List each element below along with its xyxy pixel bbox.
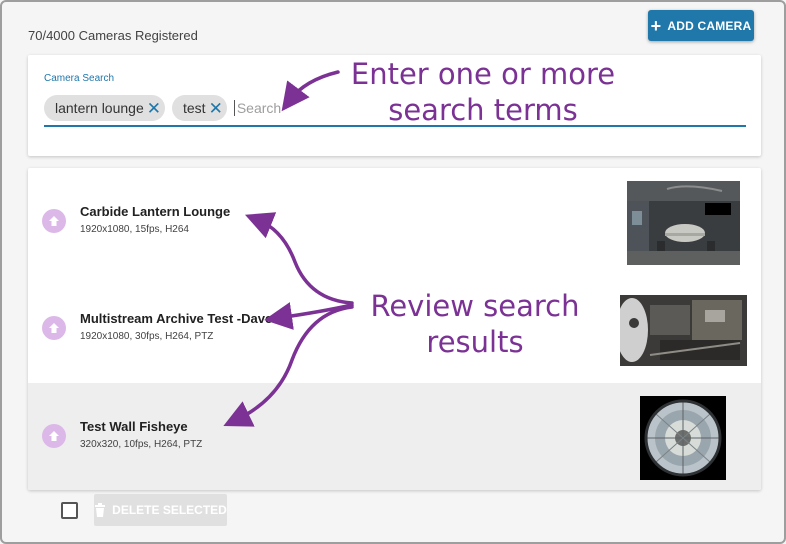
camera-search-label: Camera Search [44, 73, 115, 84]
camera-thumbnail[interactable] [640, 396, 726, 480]
annotation-line: Review search [370, 289, 580, 323]
annotation-line: results [426, 325, 524, 359]
delete-selected-label: DELETE SELECTED [112, 503, 227, 517]
select-all-checkbox[interactable] [61, 502, 78, 519]
annotation-line: search terms [388, 93, 578, 127]
plus-icon: + [650, 15, 662, 36]
camera-details: 320x320, 10fps, H264, PTZ [80, 439, 203, 450]
delete-selected-button[interactable]: DELETE SELECTED [94, 494, 227, 526]
camera-thumbnail[interactable] [627, 181, 740, 265]
trash-icon [95, 503, 106, 517]
camera-details: 1920x1080, 15fps, H264 [80, 224, 189, 235]
close-icon[interactable]: ✕ [147, 100, 161, 117]
add-camera-label: ADD CAMERA [667, 18, 752, 33]
arrow-up-icon[interactable] [42, 424, 66, 448]
camera-count: 70/4000 Cameras Registered [28, 28, 198, 43]
arrow-up-icon[interactable] [42, 209, 66, 233]
close-icon[interactable]: ✕ [209, 100, 223, 117]
search-chip: lantern lounge ✕ [44, 95, 165, 121]
add-camera-button[interactable]: + ADD CAMERA [648, 10, 754, 41]
camera-name: Test Wall Fisheye [80, 419, 188, 434]
search-chip-text: lantern lounge [55, 100, 144, 116]
camera-row[interactable]: Carbide Lantern Lounge 1920x1080, 15fps,… [28, 168, 761, 275]
annotation-search-terms: Enter one or more search terms [330, 56, 636, 128]
camera-details: 1920x1080, 30fps, H264, PTZ [80, 331, 214, 342]
search-chip: test ✕ [172, 95, 227, 121]
camera-row[interactable]: Test Wall Fisheye 320x320, 10fps, H264, … [28, 383, 761, 490]
camera-name: Multistream Archive Test -Dave [80, 311, 273, 326]
annotation-review-results: Review search results [350, 288, 600, 360]
arrow-up-icon[interactable] [42, 316, 66, 340]
camera-thumbnail[interactable] [620, 295, 747, 366]
search-chip-text: test [183, 100, 206, 116]
camera-name: Carbide Lantern Lounge [80, 204, 231, 219]
annotation-line: Enter one or more [350, 57, 616, 91]
